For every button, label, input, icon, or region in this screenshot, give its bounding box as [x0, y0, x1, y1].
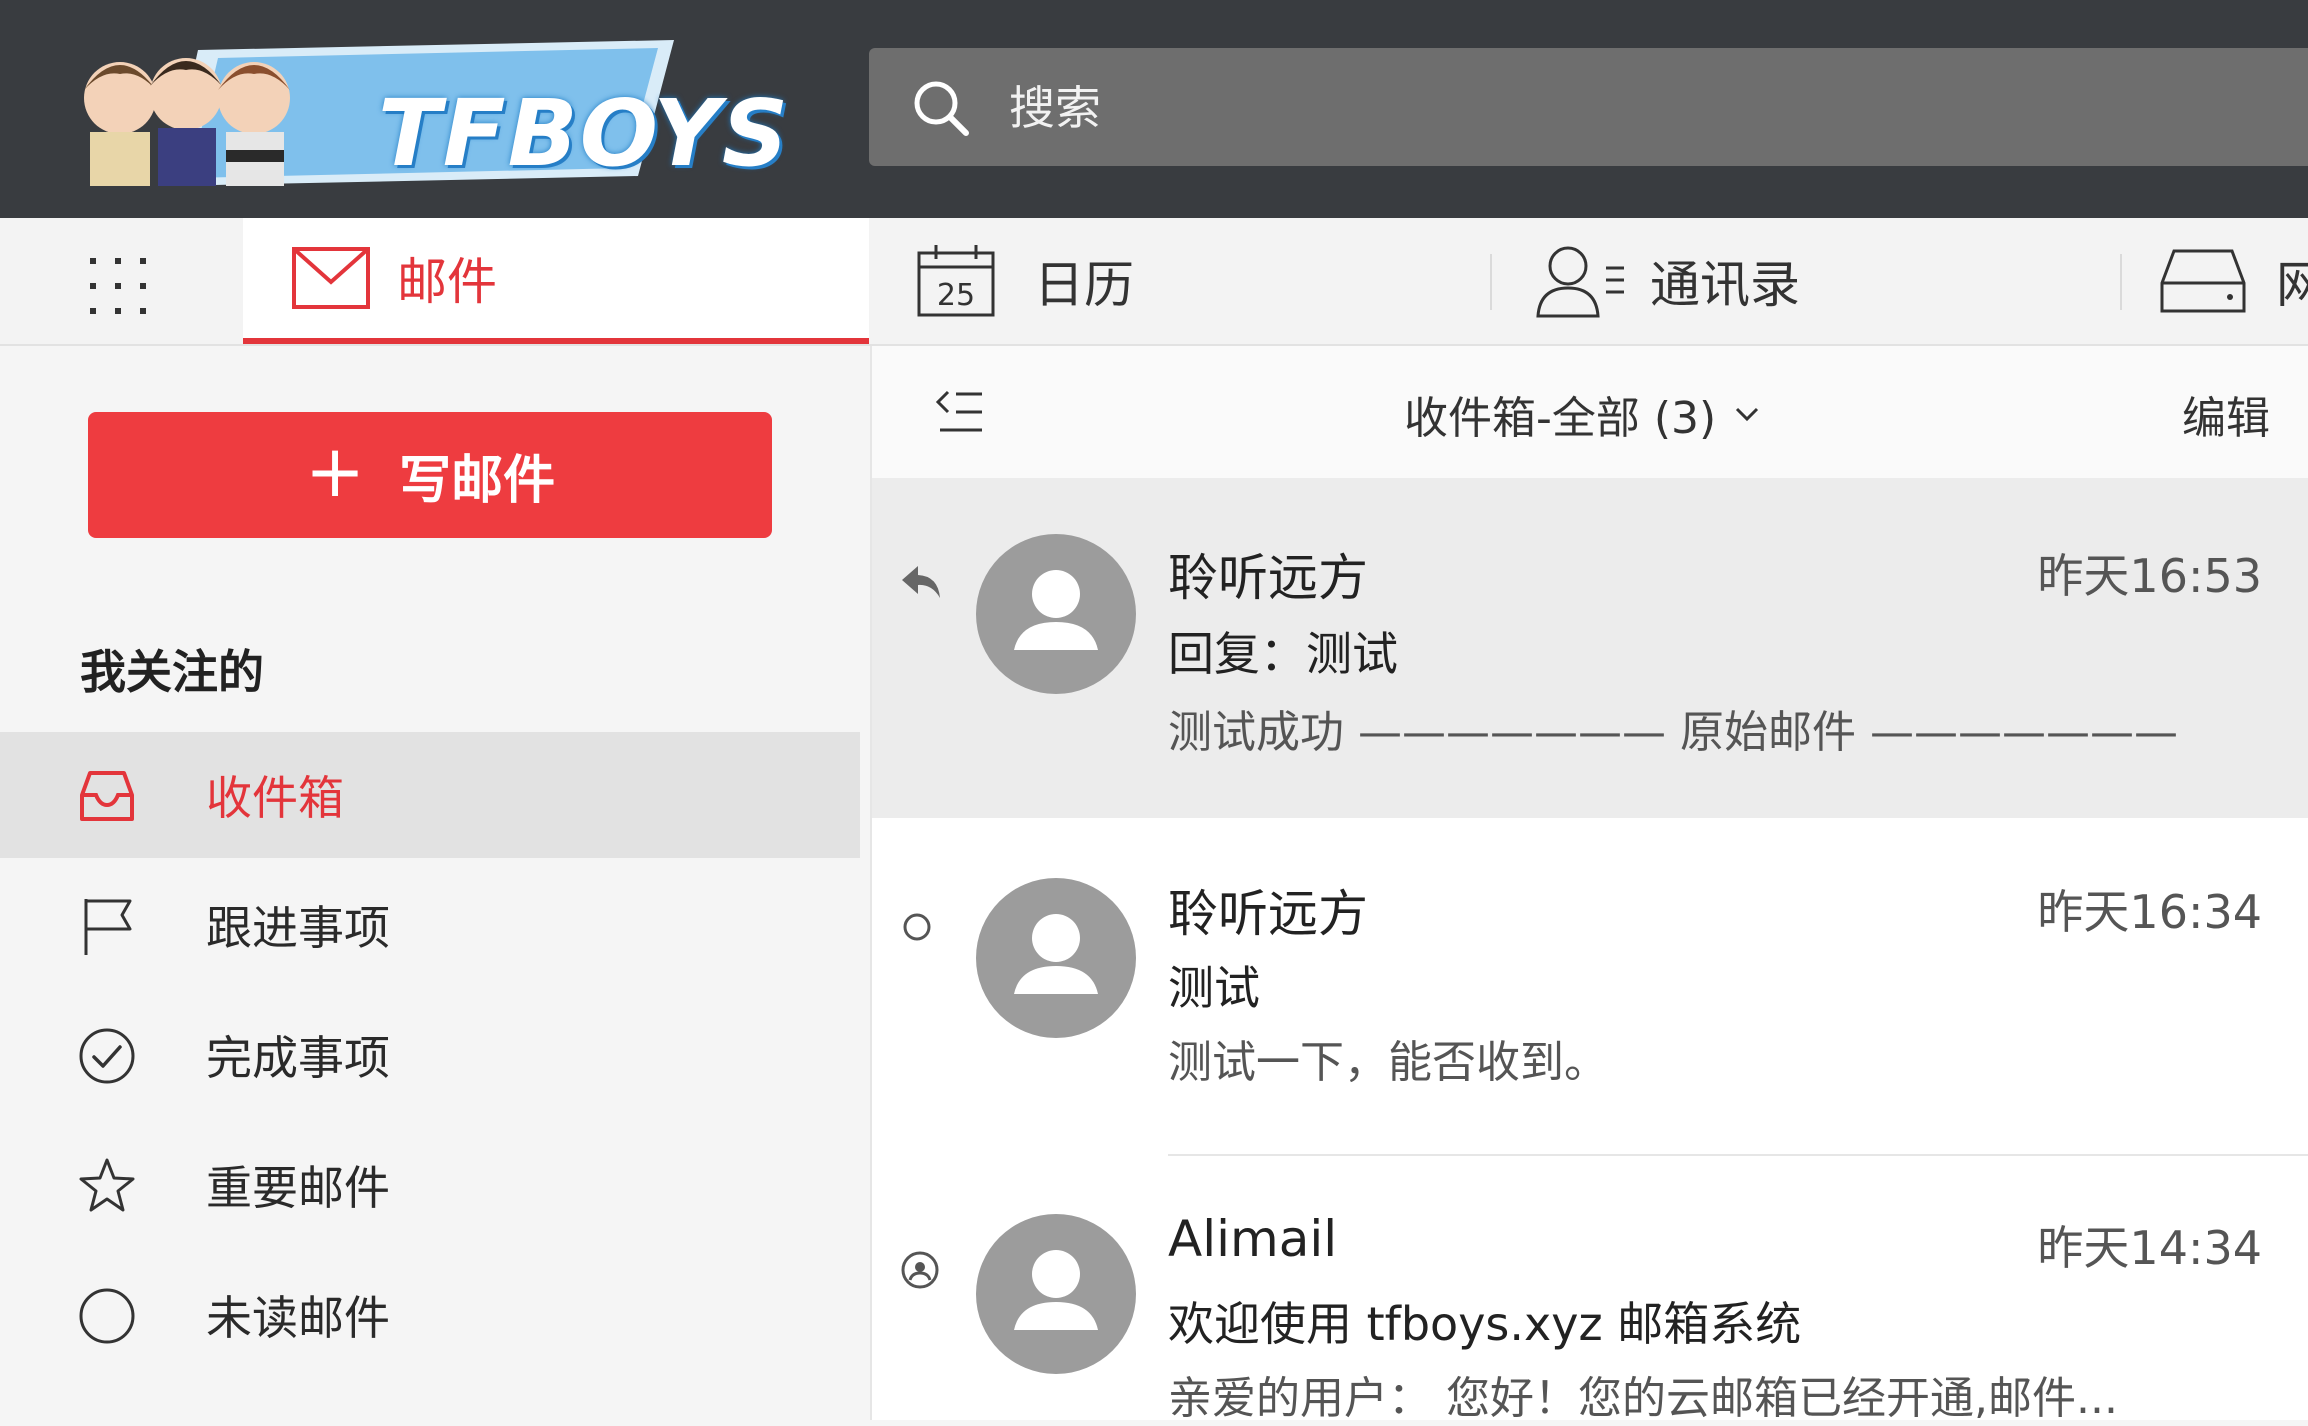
user-placeholder-icon [1014, 570, 1098, 650]
user-placeholder-icon [1014, 1250, 1098, 1330]
replied-icon [902, 566, 940, 598]
top-bar: TFBOYS [0, 0, 2308, 218]
avatar [976, 534, 1136, 694]
grid-dots-icon [90, 258, 146, 314]
drive-icon [2160, 249, 2246, 313]
avatar [976, 878, 1136, 1038]
plus-icon: + [304, 429, 366, 513]
tab-drive[interactable]: 网 [2160, 218, 2308, 344]
edit-button[interactable]: 编辑 [2182, 382, 2270, 446]
app-launcher-button[interactable] [88, 256, 148, 316]
email-subject: 测试 [1168, 961, 1260, 1015]
tab-calendar-label: 日历 [1034, 256, 1134, 314]
sidebar-item-label: 完成事项 [206, 1031, 390, 1085]
mail-list-panel: 收件箱-全部 (3) 编辑 聆听远方 昨天16:53 回复：测试 测试成功 ——… [870, 346, 2308, 1424]
tab-mail[interactable]: 邮件 [243, 218, 869, 344]
nav-separator [1490, 254, 1492, 310]
collapse-sidebar-button[interactable] [935, 388, 986, 440]
email-preview: 测试一下，能否收到。 [1168, 1037, 1608, 1088]
sidebar-item-label: 跟进事项 [206, 901, 390, 955]
sidebar-item-label: 未读邮件 [206, 1291, 390, 1345]
email-time: 昨天16:34 [2037, 885, 2262, 939]
collapse-menu-icon [935, 390, 982, 432]
email-time: 昨天14:34 [2037, 1221, 2262, 1275]
tab-mail-label: 邮件 [397, 253, 497, 311]
email-sender: 聆听远方 [1168, 549, 1368, 607]
email-list-item-content: 聆听远方 昨天16:53 回复：测试 测试成功 ——————— 原始邮件 ———… [872, 478, 2308, 816]
email-preview: 亲爱的用户： 您好！您的云邮箱已经开通,邮件... [1168, 1373, 2118, 1424]
inbox-icon [80, 771, 134, 821]
section-title: 我关注的 [80, 645, 264, 699]
user-placeholder-icon [1014, 914, 1098, 994]
email-list-item[interactable]: 聆听远方 昨天16:34 测试 测试一下，能否收到。 [872, 818, 2308, 1156]
email-time: 昨天16:53 [2037, 549, 2262, 603]
logo-text: TFBOYS [378, 80, 791, 187]
email-sender: Alimail [1168, 1210, 1338, 1268]
calendar-day: 25 [937, 278, 975, 313]
chevron-down-icon [1736, 407, 1759, 422]
tab-calendar[interactable]: 25 日历 [916, 218, 1134, 344]
sidebar-item-label: 收件箱 [206, 771, 344, 825]
mail-list-header: 收件箱-全部 (3) 编辑 [872, 346, 2308, 478]
compose-label: 写邮件 [399, 450, 556, 511]
email-preview: 测试成功 ——————— 原始邮件 ——————— [1168, 707, 2178, 758]
unread-dot-icon [903, 913, 931, 941]
tab-drive-label: 网 [2276, 256, 2308, 314]
email-list-item[interactable]: Alimail 昨天14:34 欢迎使用 tfboys.xyz 邮箱系统 亲爱的… [872, 1156, 2308, 1424]
sidebar-item-done[interactable]: 完成事项 [0, 992, 860, 1118]
search-bar[interactable] [869, 48, 2308, 166]
search-input[interactable] [1007, 74, 2211, 142]
mail-icon [292, 247, 370, 309]
circle-icon [79, 1288, 135, 1344]
avatar [976, 1214, 1136, 1374]
email-subject: 欢迎使用 tfboys.xyz 邮箱系统 [1168, 1297, 1802, 1351]
check-circle-icon [79, 1028, 135, 1084]
tab-contacts-label: 通讯录 [1650, 256, 1800, 314]
email-sender: 聆听远方 [1168, 885, 1368, 943]
email-subject: 回复：测试 [1168, 627, 1398, 681]
sidebar-item-unread[interactable]: 未读邮件 [0, 1252, 860, 1378]
star-icon [79, 1158, 135, 1212]
sidebar-item-important[interactable]: 重要邮件 [0, 1122, 860, 1248]
compose-button[interactable]: + 写邮件 [88, 412, 772, 538]
search-icon [914, 81, 969, 136]
sidebar-item-follow-up[interactable]: 跟进事项 [0, 862, 860, 988]
sidebar-item-inbox[interactable]: 收件箱 [0, 732, 860, 858]
logo[interactable]: TFBOYS [78, 40, 788, 187]
folder-filter-dropdown[interactable]: 收件箱-全部 (3) [1404, 382, 1760, 446]
tab-contacts[interactable]: 通讯录 [1534, 218, 1800, 344]
folder-filter-label: 收件箱-全部 (3) [1404, 393, 1717, 444]
contacts-icon [1536, 246, 1624, 318]
flag-icon [84, 899, 132, 955]
sidebar: + 写邮件 我关注的 收件箱 跟进事项 完成事项 重要邮件 未读邮件 [0, 346, 866, 1420]
calendar-icon: 25 [917, 245, 995, 317]
app-nav-bar: 邮件 25 日历 通讯录 网 [0, 218, 2308, 346]
nav-separator [2120, 254, 2122, 310]
system-mail-icon [901, 1251, 939, 1289]
sidebar-item-label: 重要邮件 [206, 1161, 390, 1215]
